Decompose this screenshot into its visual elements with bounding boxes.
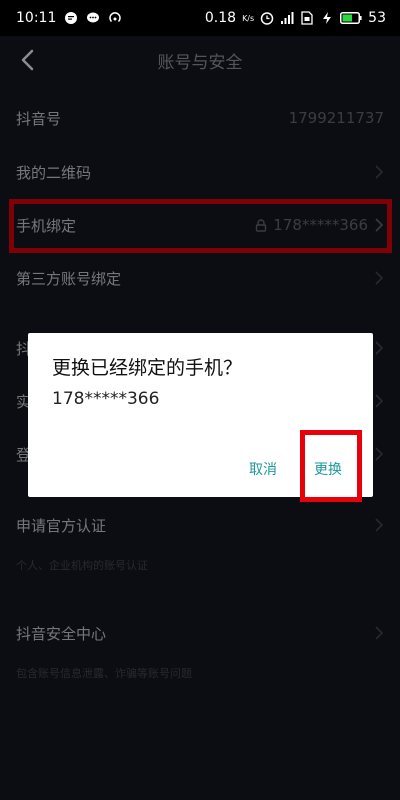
chat-icon — [86, 11, 100, 25]
status-time: 10:11 — [16, 10, 57, 26]
status-bar: 10:11 0.18 K/s 53 — [0, 0, 400, 36]
network-speed-unit: K/s — [242, 13, 255, 23]
network-speed: 0.18 — [204, 10, 237, 26]
alarm-icon — [260, 11, 274, 25]
dialog-title: 更换已经绑定的手机？ — [52, 357, 243, 379]
hotspot-icon — [108, 11, 122, 25]
battery-level: 53 — [368, 10, 386, 26]
battery-icon — [340, 11, 362, 25]
cancel-button[interactable]: 取消 — [249, 459, 277, 479]
sim-icon — [300, 11, 314, 25]
signal-icon — [280, 11, 294, 25]
message-icon — [64, 11, 78, 25]
change-button-highlight — [300, 430, 362, 502]
dialog-message: 178*****366 — [52, 389, 160, 409]
charging-icon — [320, 11, 334, 25]
